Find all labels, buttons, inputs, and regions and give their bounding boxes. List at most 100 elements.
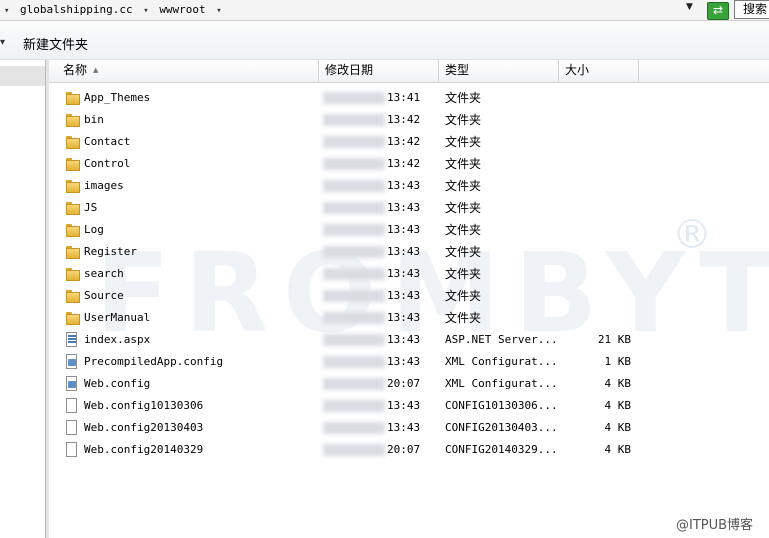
redacted-date xyxy=(323,400,385,412)
redacted-date xyxy=(323,92,385,104)
sort-ascending-icon: ▲ xyxy=(93,66,99,74)
file-name[interactable]: Web.config20130403 xyxy=(84,417,203,439)
file-name[interactable]: Log xyxy=(84,219,104,241)
file-size: 21 KB xyxy=(597,333,631,346)
refresh-icon[interactable]: ⇄ xyxy=(707,2,729,20)
file-name[interactable]: App_Themes xyxy=(84,87,150,109)
file-type: 文件夹 xyxy=(445,289,482,303)
file-row[interactable]: index.aspx 13:43 ASP.NET Server... 21 KB xyxy=(49,329,769,351)
file-type: CONFIG20140329... xyxy=(445,443,558,456)
file-row[interactable]: Source 13:43 文件夹 xyxy=(49,285,769,307)
file-size: 1 KB xyxy=(604,355,632,368)
file-row[interactable]: Web.config10130306 13:43 CONFIG10130306...… xyxy=(49,395,769,417)
file-row[interactable]: Web.config 20:07 XML Configurat... 4 KB xyxy=(49,373,769,395)
redacted-date xyxy=(323,334,385,346)
file-name[interactable]: Register xyxy=(84,241,137,263)
file-size xyxy=(561,109,631,131)
redacted-date xyxy=(323,422,385,434)
file-size xyxy=(561,153,631,175)
file-row[interactable]: images 13:43 文件夹 xyxy=(49,175,769,197)
file-row[interactable]: search 13:43 文件夹 xyxy=(49,263,769,285)
file-row[interactable]: Contact 13:42 文件夹 xyxy=(49,131,769,153)
redacted-date xyxy=(323,444,385,456)
column-header-date[interactable]: 修改日期 xyxy=(319,60,439,82)
navigation-pane[interactable] xyxy=(0,60,46,538)
file-name[interactable]: Web.config10130306 xyxy=(84,395,203,417)
file-name[interactable]: Source xyxy=(84,285,124,307)
chevron-down-icon[interactable]: ▾ xyxy=(212,6,225,16)
file-name[interactable]: Contact xyxy=(84,131,130,153)
chevron-down-icon[interactable]: ▾ xyxy=(0,6,13,16)
organize-dropdown-icon[interactable]: ▾ xyxy=(0,37,5,48)
file-modified-date: 13:42 xyxy=(323,131,437,153)
file-modified-time: 13:43 xyxy=(387,245,421,258)
history-dropdown-icon[interactable]: ▼ xyxy=(686,2,693,12)
file-size xyxy=(561,307,631,329)
file-name[interactable]: images xyxy=(84,175,124,197)
redacted-date xyxy=(323,224,385,236)
file-size: 4 KB xyxy=(604,443,632,456)
file-modified-time: 13:42 xyxy=(387,135,421,148)
file-type: ASP.NET Server... xyxy=(445,333,558,346)
file-modified-time: 13:43 xyxy=(387,355,421,368)
file-row[interactable]: UserManual 13:43 文件夹 xyxy=(49,307,769,329)
column-header: 名称 ▲ 修改日期 类型 大小 xyxy=(49,60,769,83)
search-input[interactable]: 搜索 xyxy=(734,0,769,19)
file-modified-time: 13:43 xyxy=(387,421,421,434)
file-type: CONFIG10130306... xyxy=(445,399,558,412)
redacted-date xyxy=(323,202,385,214)
file-type: 文件夹 xyxy=(445,179,482,193)
file-name[interactable]: search xyxy=(84,263,124,285)
file-modified-time: 13:43 xyxy=(387,223,421,236)
file-name[interactable]: UserManual xyxy=(84,307,150,329)
file-type: 文件夹 xyxy=(445,201,482,215)
redacted-date xyxy=(323,180,385,192)
redacted-date xyxy=(323,246,385,258)
column-header-size[interactable]: 大小 xyxy=(559,60,639,82)
address-bar[interactable]: ▾ globalshipping.cc ▾ wwwroot ▾ ▼ ⇄ 搜索 xyxy=(0,0,769,21)
file-row[interactable]: PrecompiledApp.config 13:43 XML Configurat… xyxy=(49,351,769,373)
redacted-date xyxy=(323,136,385,148)
file-modified-date: 13:42 xyxy=(323,153,437,175)
file-name[interactable]: index.aspx xyxy=(84,329,150,351)
breadcrumb-segment-wwwroot[interactable]: wwwroot xyxy=(159,3,205,16)
file-size xyxy=(561,263,631,285)
file-name[interactable]: Control xyxy=(84,153,130,175)
file-type: 文件夹 xyxy=(445,135,482,149)
file-type: 文件夹 xyxy=(445,157,482,171)
file-size xyxy=(561,241,631,263)
new-folder-button[interactable]: 新建文件夹 xyxy=(23,34,88,53)
command-bar: ▾ 新建文件夹 xyxy=(0,21,769,60)
chevron-down-icon[interactable]: ▾ xyxy=(139,6,152,16)
file-row[interactable]: bin 13:42 文件夹 xyxy=(49,109,769,131)
file-name[interactable]: JS xyxy=(84,197,97,219)
file-modified-time: 13:43 xyxy=(387,333,421,346)
file-row[interactable]: App_Themes 13:41 文件夹 xyxy=(49,87,769,109)
breadcrumb-segment-domain[interactable]: globalshipping.cc xyxy=(20,3,133,16)
column-header-type[interactable]: 类型 xyxy=(439,60,559,82)
file-size: 4 KB xyxy=(604,377,632,390)
file-modified-time: 13:42 xyxy=(387,157,421,170)
file-name[interactable]: Web.config xyxy=(84,373,150,395)
file-name[interactable]: PrecompiledApp.config xyxy=(84,351,223,373)
redacted-date xyxy=(323,268,385,280)
file-type: 文件夹 xyxy=(445,311,482,325)
file-modified-date: 13:43 xyxy=(323,285,437,307)
file-type: 文件夹 xyxy=(445,223,482,237)
file-row[interactable]: Control 13:42 文件夹 xyxy=(49,153,769,175)
file-modified-date: 13:43 xyxy=(323,417,437,439)
file-modified-date: 13:43 xyxy=(323,241,437,263)
file-row[interactable]: Register 13:43 文件夹 xyxy=(49,241,769,263)
file-row[interactable]: JS 13:43 文件夹 xyxy=(49,197,769,219)
file-row[interactable]: Log 13:43 文件夹 xyxy=(49,219,769,241)
file-type: 文件夹 xyxy=(445,267,482,281)
file-name[interactable]: Web.config20140329 xyxy=(84,439,203,461)
column-header-name[interactable]: 名称 ▲ xyxy=(49,60,319,82)
file-size xyxy=(561,197,631,219)
file-row[interactable]: Web.config20140329 20:07 CONFIG20140329...… xyxy=(49,439,769,461)
file-name[interactable]: bin xyxy=(84,109,104,131)
nav-selected-item[interactable] xyxy=(0,66,45,86)
file-type: XML Configurat... xyxy=(445,355,558,368)
file-row[interactable]: Web.config20130403 13:43 CONFIG20130403...… xyxy=(49,417,769,439)
file-modified-time: 13:43 xyxy=(387,311,421,324)
